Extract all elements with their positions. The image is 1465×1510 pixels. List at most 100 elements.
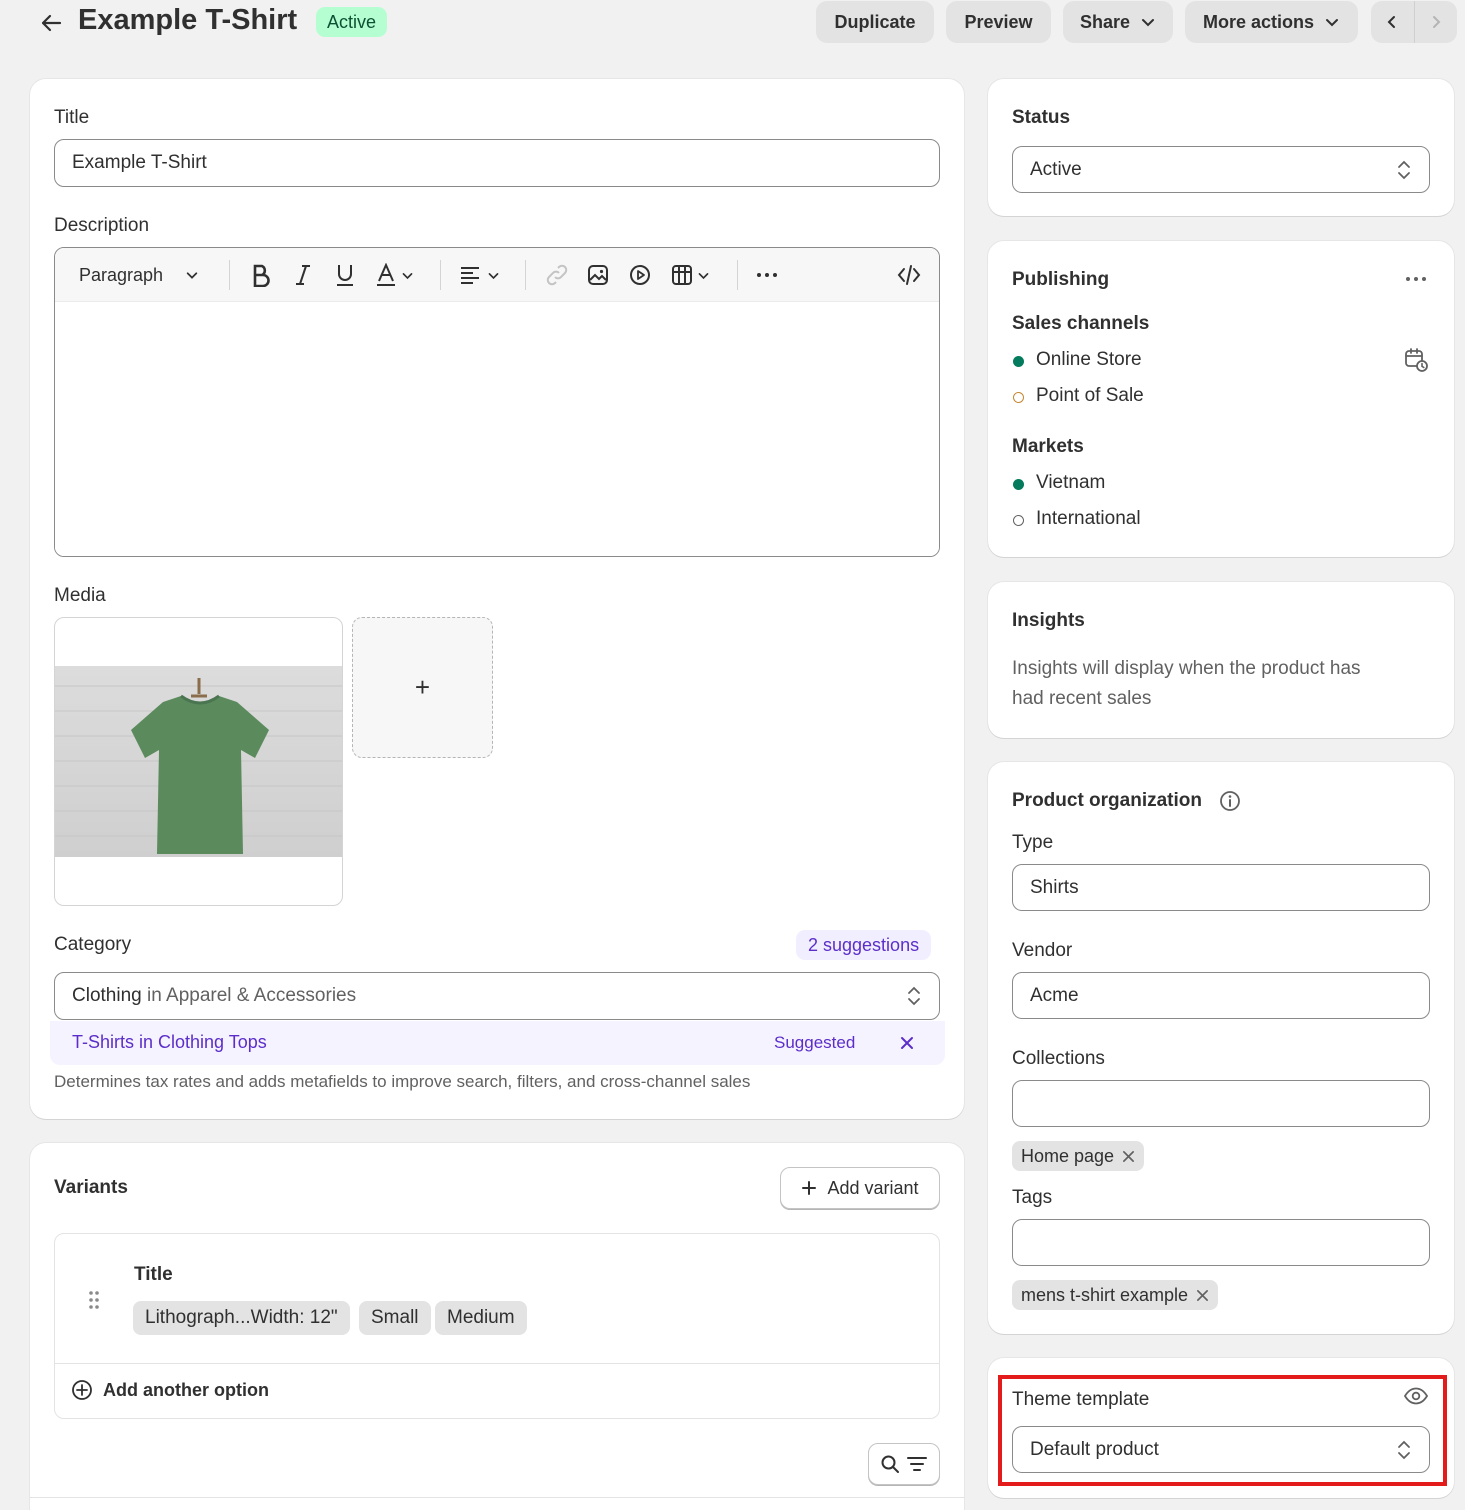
toolbar-divider (525, 260, 526, 290)
chevron-right-icon (1432, 16, 1441, 28)
category-path: in Apparel & Accessories (141, 985, 357, 1006)
collection-tag-label: Home page (1021, 1145, 1115, 1166)
more-formatting-button[interactable] (755, 263, 779, 287)
status-card: Status Active (988, 79, 1454, 216)
link-button[interactable] (545, 263, 569, 287)
highlight-frame (998, 1375, 1447, 1486)
add-variant-button[interactable]: Add variant (780, 1167, 940, 1209)
video-button[interactable] (629, 263, 651, 287)
category-value: Clothing (72, 985, 142, 1006)
category-select[interactable]: Clothing in Apparel & Accessories (54, 972, 940, 1020)
insights-heading: Insights (1012, 610, 1085, 631)
preview-button[interactable]: Preview (946, 1, 1051, 43)
tags-label: Tags (1012, 1187, 1053, 1208)
description-label: Description (54, 215, 150, 236)
category-suggestions-badge[interactable]: 2 suggestions (796, 930, 932, 960)
suggested-category[interactable]: T-Shirts in Clothing Tops (72, 1032, 267, 1053)
bold-icon (253, 264, 270, 287)
chevron-left-icon (1387, 16, 1396, 28)
divider (55, 1363, 939, 1364)
search-filter-button[interactable] (868, 1443, 940, 1485)
description-textarea[interactable] (55, 302, 939, 556)
suggested-label: Suggested (774, 1033, 856, 1052)
product-organization-card: Product organization Type Shirts Vendor … (988, 762, 1454, 1334)
filter-icon (907, 1457, 927, 1471)
duplicate-label: Duplicate (834, 11, 916, 32)
collection-tag: Home page (1012, 1141, 1145, 1171)
italic-button[interactable] (293, 263, 313, 287)
next-product-button[interactable] (1415, 1, 1458, 43)
search-icon (881, 1455, 899, 1473)
media-thumbnail[interactable] (54, 617, 343, 906)
link-icon (546, 264, 568, 286)
unpublished-dot (1013, 515, 1024, 526)
select-arrows-icon (908, 986, 920, 1006)
organization-heading: Product organization (1012, 790, 1202, 811)
more-horizontal-icon[interactable] (1404, 269, 1428, 289)
add-media-label: + (414, 672, 431, 702)
add-option-label: Add another option (103, 1379, 269, 1400)
html-view-button[interactable] (897, 263, 921, 287)
back-arrow-icon[interactable] (38, 10, 64, 36)
info-icon[interactable] (1219, 790, 1241, 812)
published-dot (1013, 356, 1024, 367)
calendar-schedule-icon[interactable] (1403, 347, 1429, 373)
plus-icon (802, 1181, 817, 1195)
collections-input[interactable] (1012, 1080, 1430, 1127)
underline-button[interactable] (334, 263, 356, 287)
duplicate-button[interactable]: Duplicate (816, 1, 934, 43)
published-dot (1013, 479, 1024, 490)
image-button[interactable] (587, 263, 609, 287)
toolbar-divider (229, 260, 230, 290)
format-select-label: Paragraph (79, 264, 164, 285)
collections-label: Collections (1012, 1048, 1105, 1069)
chevron-down-icon (1142, 19, 1155, 27)
option-value-chip[interactable]: Small (359, 1301, 431, 1335)
tshirt-photo (55, 666, 342, 857)
close-icon[interactable] (1196, 1289, 1209, 1302)
close-icon[interactable] (1122, 1150, 1135, 1163)
title-input[interactable]: Example T-Shirt (54, 139, 940, 187)
vendor-label: Vendor (1012, 940, 1073, 961)
add-option-button[interactable]: Add another option (71, 1379, 269, 1401)
category-help-text: Determines tax rates and adds metafields… (54, 1072, 751, 1091)
add-variant-label: Add variant (827, 1177, 919, 1198)
tshirt-image (55, 678, 342, 854)
status-select[interactable]: Active (1012, 146, 1430, 193)
plus-circle-icon (72, 1380, 92, 1400)
chevron-down-icon (488, 272, 499, 279)
vendor-input[interactable]: Acme (1012, 972, 1430, 1019)
type-input[interactable]: Shirts (1012, 864, 1430, 911)
publishing-heading: Publishing (1012, 269, 1110, 290)
description-editor: Paragraph (54, 247, 940, 557)
code-icon (897, 265, 921, 285)
title-input-value: Example T-Shirt (72, 152, 207, 173)
play-circle-icon (630, 265, 650, 285)
insights-card: Insights Insights will display when the … (988, 582, 1454, 738)
option-value-chip[interactable]: Medium (435, 1301, 527, 1335)
chevron-down-icon (1326, 19, 1339, 27)
more-actions-button[interactable]: More actions (1185, 1, 1358, 43)
text-color-button[interactable] (375, 263, 414, 287)
status-select-value: Active (1030, 158, 1082, 180)
more-horizontal-icon (757, 273, 777, 277)
previous-product-button[interactable] (1371, 1, 1415, 43)
market-vietnam: Vietnam (1036, 472, 1106, 493)
tags-input[interactable] (1012, 1219, 1430, 1266)
underline-icon (337, 265, 353, 286)
table-button[interactable] (671, 263, 710, 287)
page-header: Example T-Shirt Active Duplicate Preview… (0, 0, 1465, 46)
format-select[interactable]: Paragraph (79, 263, 199, 287)
dismiss-suggestion-icon[interactable] (899, 1035, 915, 1051)
toolbar-divider (737, 260, 738, 290)
share-button[interactable]: Share (1063, 1, 1173, 43)
add-media-button[interactable]: + (352, 617, 493, 758)
drag-handle-icon[interactable] (87, 1290, 101, 1310)
title-label: Title (54, 107, 90, 128)
type-label: Type (1012, 832, 1054, 853)
status-badge: Active (316, 7, 388, 37)
market-international: International (1036, 508, 1141, 529)
align-button[interactable] (459, 263, 500, 287)
option-value-chip[interactable]: Lithograph...Width: 12" (133, 1301, 350, 1335)
bold-button[interactable] (250, 263, 272, 287)
